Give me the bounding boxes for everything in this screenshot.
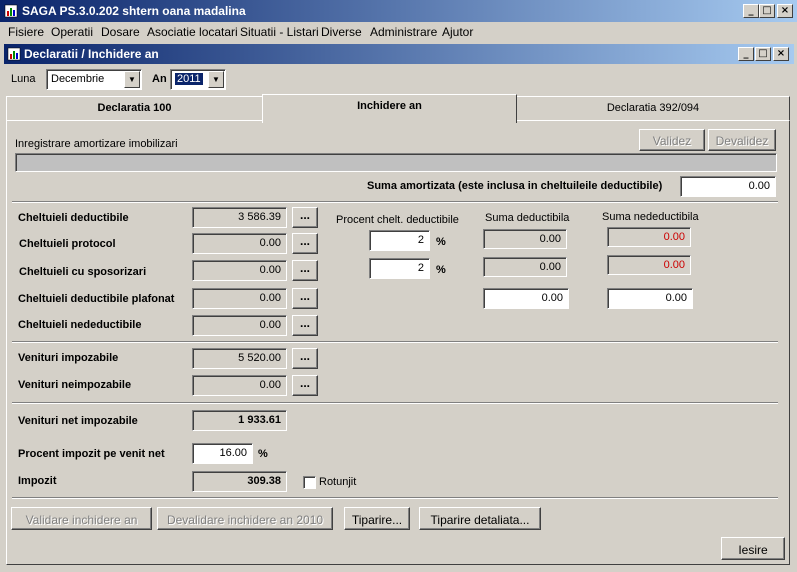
separator <box>12 201 778 203</box>
luna-value: Decembrie <box>51 73 105 85</box>
menu-bar: Fisiere Operatii Dosare Asociatie locata… <box>0 22 797 41</box>
amortizare-label: Inregistrare amortizare imobilizari <box>15 138 178 150</box>
sponsorizari-suma-nedeductibila: 0.00 <box>607 255 691 275</box>
cheltuieli-deductibile-field: 3 586.39 <box>192 207 287 228</box>
cheltuieli-deductibile-details-button[interactable]: ... <box>292 207 318 228</box>
venituri-neimpozabile-label: Venituri neimpozabile <box>18 379 132 391</box>
plafonat-suma-deductibila-input[interactable]: 0.00 <box>483 288 569 309</box>
close-button[interactable]: × <box>777 4 793 18</box>
protocol-suma-deductibila: 0.00 <box>483 229 567 249</box>
venituri-neimpozabile-details-button[interactable]: ... <box>292 375 318 396</box>
cheltuieli-sponsorizari-field: 0.00 <box>192 260 287 281</box>
minimize-button[interactable]: _ <box>743 4 759 18</box>
separator <box>12 402 778 404</box>
cheltuieli-protocol-field: 0.00 <box>192 233 287 254</box>
cheltuieli-nedeductibile-field: 0.00 <box>192 315 287 336</box>
menu-administrare[interactable]: Administrare <box>370 25 437 39</box>
child-window-icon <box>7 47 21 61</box>
validare-inchidere-button[interactable]: Validare inchidere an <box>11 507 152 530</box>
maximize-button[interactable]: □ <box>759 4 775 18</box>
cheltuieli-plafonat-details-button[interactable]: ... <box>292 288 318 309</box>
an-value: 2011 <box>175 73 203 85</box>
suma-deductibila-header: Suma deductibila <box>485 212 570 224</box>
impozit-label: Impozit <box>18 475 57 487</box>
menu-fisiere[interactable]: Fisiere <box>8 25 44 39</box>
an-label: An <box>152 73 167 85</box>
cheltuieli-sponsorizari-details-button[interactable]: ... <box>292 260 318 281</box>
cheltuieli-nedeductibile-details-button[interactable]: ... <box>292 315 318 336</box>
tab-declaratia-100[interactable]: Declaratia 100 <box>6 96 263 121</box>
protocol-percent-input[interactable]: 2 <box>369 230 430 251</box>
sponsorizari-percent-input[interactable]: 2 <box>369 258 430 279</box>
venituri-net-field: 1 933.61 <box>192 410 287 431</box>
percent-sign: % <box>436 264 446 276</box>
menu-ajutor[interactable]: Ajutor <box>442 25 473 39</box>
procent-impozit-label: Procent impozit pe venit net <box>18 448 165 460</box>
chevron-down-icon[interactable]: ▼ <box>208 71 224 88</box>
percent-sign: % <box>436 236 446 248</box>
menu-situatii-listari[interactable]: Situatii - Listari <box>240 25 319 39</box>
devalidare-inchidere-button[interactable]: Devalidare inchidere an 2010 <box>157 507 333 530</box>
chevron-down-icon[interactable]: ▼ <box>124 71 140 88</box>
validez-button[interactable]: Validez <box>639 129 705 151</box>
procent-header: Procent chelt. deductibile <box>336 214 459 226</box>
app-chart-icon <box>4 4 18 18</box>
menu-diverse[interactable]: Diverse <box>321 25 362 39</box>
amortizare-grid[interactable] <box>15 153 777 172</box>
cheltuieli-plafonat-label: Cheltuieli deductibile plafonat <box>18 293 175 305</box>
sponsorizari-suma-deductibila: 0.00 <box>483 257 567 277</box>
percent-sign: % <box>258 448 268 460</box>
cheltuieli-nedeductibile-label: Cheltuieli nedeductibile <box>18 319 142 331</box>
cheltuieli-protocol-details-button[interactable]: ... <box>292 233 318 254</box>
separator <box>12 497 778 499</box>
cheltuieli-plafonat-field: 0.00 <box>192 288 287 309</box>
cheltuieli-sponsorizari-label: Cheltuieli cu sposorizari <box>19 266 147 278</box>
menu-operatii[interactable]: Operatii <box>51 25 93 39</box>
luna-label: Luna <box>11 73 36 85</box>
separator <box>12 341 778 343</box>
suma-amortizata-field[interactable]: 0.00 <box>680 176 776 197</box>
menu-asociatie-locatari[interactable]: Asociatie locatari <box>147 25 238 39</box>
protocol-suma-nedeductibila: 0.00 <box>607 227 691 247</box>
venituri-impozabile-details-button[interactable]: ... <box>292 348 318 369</box>
tab-declaratia-392-094[interactable]: Declaratia 392/094 <box>516 96 790 121</box>
tab-inchidere-an[interactable]: Inchidere an <box>262 94 517 123</box>
an-select[interactable]: 2011 ▼ <box>170 69 226 90</box>
child-window-titlebar: Declaratii / Inchidere an _ □ × <box>4 44 794 64</box>
venituri-impozabile-field: 5 520.00 <box>192 348 287 369</box>
venituri-neimpozabile-field: 0.00 <box>192 375 287 396</box>
rotunjit-label: Rotunjit <box>319 476 357 488</box>
app-titlebar: SAGA PS.3.0.202 shtern oana madalina _ □… <box>0 0 797 22</box>
cheltuieli-protocol-label: Cheltuieli protocol <box>19 238 116 250</box>
suma-amortizata-label: Suma amortizata (este inclusa in cheltui… <box>367 180 663 192</box>
cheltuieli-deductibile-label: Cheltuieli deductibile <box>18 212 129 224</box>
procent-impozit-input[interactable]: 16.00 <box>192 443 253 464</box>
rotunjit-checkbox[interactable] <box>303 476 316 489</box>
devalidez-button[interactable]: Devalidez <box>708 129 776 151</box>
child-maximize-button[interactable]: □ <box>755 47 771 61</box>
child-close-button[interactable]: × <box>773 47 789 61</box>
luna-select[interactable]: Decembrie ▼ <box>46 69 142 90</box>
child-window-title: Declaratii / Inchidere an <box>24 47 159 61</box>
child-minimize-button[interactable]: _ <box>738 47 754 61</box>
tiparire-detaliata-button[interactable]: Tiparire detaliata... <box>419 507 541 530</box>
menu-dosare[interactable]: Dosare <box>101 25 140 39</box>
plafonat-suma-nedeductibila-input[interactable]: 0.00 <box>607 288 693 309</box>
tiparire-button[interactable]: Tiparire... <box>344 507 410 530</box>
iesire-button[interactable]: Iesire <box>721 537 785 560</box>
app-title: SAGA PS.3.0.202 shtern oana madalina <box>22 4 246 18</box>
impozit-field: 309.38 <box>192 471 287 492</box>
suma-nedeductibila-header: Suma nedeductibila <box>602 211 699 223</box>
venituri-impozabile-label: Venituri impozabile <box>18 352 119 364</box>
venituri-net-label: Venituri net impozabile <box>18 415 138 427</box>
